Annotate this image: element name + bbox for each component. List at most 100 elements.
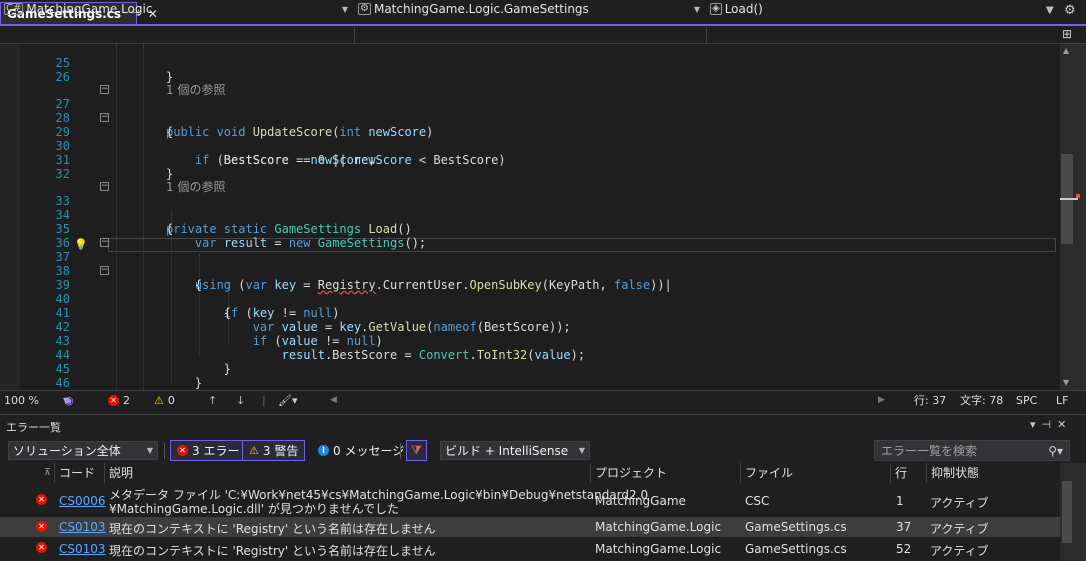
errors-filter-label: 3 エラー [192, 444, 240, 458]
filter-toggle-button[interactable]: ⧩ [406, 440, 427, 461]
arrow-down-icon[interactable]: ↓ [236, 392, 245, 408]
line-ending-indicator[interactable]: LF [1056, 392, 1068, 408]
scroll-up-icon[interactable]: ▲ [1063, 46, 1069, 55]
messages-filter-button[interactable]: i 0 メッセージ [318, 440, 404, 461]
code-line: 42 if (value != null) [0, 306, 1060, 348]
scope-dropdown[interactable]: ソリューション全体 ▼ [8, 441, 158, 460]
copilot-icon[interactable]: ◉ [64, 392, 74, 408]
column-header-file[interactable]: ファイル [740, 463, 890, 483]
editor-vertical-scrollbar[interactable]: ▲ ▼ [1060, 44, 1086, 390]
errors-filter-button[interactable]: ✕ 3 エラー [170, 440, 247, 461]
code-line: 41 var value = key.GetValue(nameof(BestS… [0, 292, 1060, 334]
column-header-line[interactable]: 行 [890, 463, 926, 483]
panel-window-controls[interactable]: ▾⊣✕ [1030, 418, 1072, 431]
sort-icon[interactable]: ⊼ [40, 463, 51, 483]
code-line: 35 var result = new GameSettings(); [0, 208, 1060, 250]
warning-count[interactable]: ⚠ 0 [154, 392, 175, 408]
split-window-icon[interactable]: ⊞ [1062, 27, 1072, 41]
line-indicator[interactable]: 行: 37 [914, 392, 946, 408]
divider [400, 443, 401, 459]
code-line: 40 { [0, 278, 1060, 320]
error-line: 1 [896, 494, 904, 508]
error-file: CSC [745, 494, 770, 508]
chevron-down-icon: ▼ [578, 446, 585, 455]
error-file: GameSettings.cs [745, 542, 847, 556]
code-line: 32 [0, 153, 1060, 181]
collapse-icon[interactable]: − [100, 85, 109, 94]
error-grid-header: ⊼ コード 説明 プロジェクト ファイル 行 抑制状態 [0, 463, 1060, 483]
error-code-link[interactable]: CS0103 [59, 520, 106, 534]
class-dropdown[interactable]: ⚙ MatchingGame.Logic.GameSettings ▼ [358, 1, 704, 17]
column-header-suppression[interactable]: 抑制状態 [926, 463, 1060, 483]
error-project: MatchingGame.Logic [595, 542, 722, 556]
project-dropdown[interactable]: C# MatchingGame.Logic ▼ [4, 1, 352, 17]
code-line: 36 [0, 222, 1060, 250]
code-line-current: 37 − using (var key = Registry.CurrentUs… [0, 236, 1060, 293]
search-icon[interactable]: ⚲▾ [1048, 444, 1063, 458]
whitespace-indicator[interactable]: SPC [1016, 392, 1037, 408]
error-count[interactable]: ✕ 2 [108, 392, 130, 408]
error-icon: ✕ [36, 494, 47, 505]
collapse-icon[interactable]: − [100, 238, 109, 247]
member-dropdown-value: Load() [724, 2, 763, 16]
code-line: 29 − if (BestScore == 0 || newScore < Be… [0, 111, 1060, 168]
class-icon: ⚙ [358, 3, 371, 15]
table-row[interactable]: ✕ CS0103 現在のコンテキストに 'Registry' という名前は存在し… [0, 539, 1060, 559]
chevron-down-icon: ▼ [1045, 4, 1052, 14]
divider [164, 443, 165, 459]
hscroll-right-icon[interactable]: ▶ [878, 392, 885, 408]
warning-icon: ⚠ [249, 444, 259, 457]
error-project: MatchingGame [595, 494, 686, 508]
code-editor[interactable]: 💡 25 } 26 1 個の参照 27 − public void Update… [0, 44, 1086, 390]
collapse-icon[interactable]: − [100, 182, 109, 191]
scroll-down-icon[interactable]: ▼ [1063, 378, 1069, 387]
build-source-value: ビルド + IntelliSense [445, 444, 569, 458]
code-line: 26 [0, 56, 1060, 84]
error-description: ¥MatchingGame.Logic.dll' が見つかりませんでした [109, 502, 399, 516]
collapse-icon[interactable]: − [100, 113, 109, 122]
error-file: GameSettings.cs [745, 520, 847, 534]
column-header-project[interactable]: プロジェクト [590, 463, 740, 483]
code-line: 25 } [0, 44, 1060, 84]
build-source-dropdown[interactable]: ビルド + IntelliSense ▼ [440, 441, 590, 460]
error-list-scrollbar[interactable] [1060, 463, 1086, 561]
table-row-selected[interactable]: ✕ CS0103 現在のコンテキストに 'Registry' という名前は存在し… [0, 517, 1060, 537]
error-description: 現在のコンテキストに 'Registry' という名前は存在しません [109, 522, 436, 536]
column-header-code[interactable]: コード [54, 463, 104, 483]
info-icon: i [318, 445, 329, 456]
caret-position-marker [1060, 198, 1078, 200]
hscroll-left-icon[interactable]: ◀ [330, 392, 337, 408]
scrollbar-thumb[interactable] [1062, 481, 1072, 543]
error-marker [1076, 194, 1080, 198]
error-code-link[interactable]: CS0103 [59, 542, 106, 556]
chevron-down-icon: ▼ [693, 4, 700, 14]
error-icon: ✕ [36, 521, 47, 532]
collapse-icon[interactable]: − [100, 266, 109, 275]
code-cleanup-icon[interactable]: 🖌▾ [278, 392, 298, 408]
error-suppression-state: アクティブ [930, 522, 989, 536]
divider: | [262, 393, 266, 407]
error-code-link[interactable]: CS0006 [59, 494, 106, 508]
code-line: 47 return result; [0, 376, 1060, 390]
gear-icon[interactable]: ⚙ [1064, 3, 1076, 18]
error-suppression-state: アクティブ [930, 496, 989, 510]
divider [706, 27, 707, 43]
error-project: MatchingGame.Logic [595, 520, 722, 534]
error-description: 現在のコンテキストに 'Registry' という名前は存在しません [109, 544, 436, 558]
table-row[interactable]: ✕ CS0006 メタデータ ファイル 'C:¥Work¥net45¥cs¥Ma… [0, 485, 1060, 516]
warnings-filter-button[interactable]: ⚠ 3 警告 [242, 440, 306, 461]
error-list-toolbar: ソリューション全体 ▼ ✕ 3 エラー ⚠ 3 警告 i 0 メッセージ ⧩ ビ… [0, 437, 1086, 463]
error-icon: ✕ [177, 445, 188, 456]
search-placeholder: エラー一覧を検索 [881, 444, 978, 458]
project-dropdown-value: MatchingGame.Logic [26, 2, 153, 16]
member-dropdown[interactable]: ◈ Load() ▼ [710, 1, 1056, 17]
panel-title: エラー一覧 [6, 421, 61, 434]
arrow-up-icon[interactable]: ↑ [208, 392, 217, 408]
scope-dropdown-value: ソリューション全体 [13, 444, 121, 458]
code-line: 43 result.BestScore = Convert.ToInt32(va… [0, 320, 1060, 362]
divider [354, 27, 355, 43]
column-header-description[interactable]: 説明 [104, 463, 590, 483]
zoom-dropdown[interactable]: 100 % ▼ [4, 392, 69, 408]
column-indicator[interactable]: 文字: 78 [960, 392, 1003, 408]
error-search-input[interactable]: エラー一覧を検索 ⚲▾ [874, 440, 1070, 461]
